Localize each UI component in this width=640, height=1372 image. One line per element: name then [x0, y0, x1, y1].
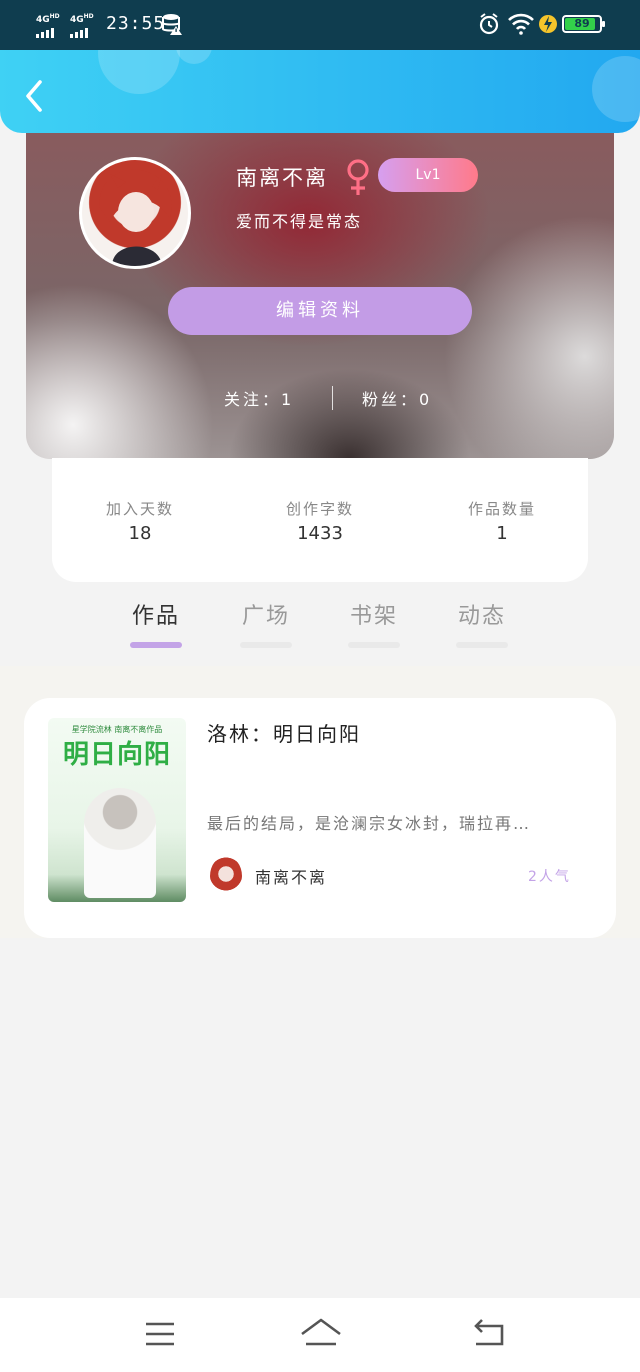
- tab-activity[interactable]: 动态: [452, 598, 512, 648]
- works-list: 星学院流林 南离不离作品 明日向阳 洛林：明日向阳 最后的结局，是沧澜宗女冰封，…: [0, 666, 640, 938]
- tab-indicator: [456, 642, 508, 648]
- work-title[interactable]: 洛林：明日向阳: [207, 718, 361, 747]
- sim1-signal-icon: 4GHD: [36, 12, 60, 38]
- header-bar: [0, 50, 640, 133]
- stat-join-days: 加入天数 18: [80, 498, 200, 544]
- decor-bubble: [176, 50, 212, 64]
- battery-icon: 89: [562, 15, 605, 33]
- edit-profile-button[interactable]: 编辑资料: [168, 287, 472, 335]
- username: 南离不离: [236, 166, 328, 190]
- profile-tabs: 作品 广场 书架 动态: [0, 598, 640, 658]
- author-avatar: [210, 856, 242, 896]
- home-icon[interactable]: [298, 1316, 344, 1352]
- follow-stats: 关注：1 粉丝：0: [26, 386, 614, 410]
- system-nav-bar: [0, 1298, 640, 1372]
- avatar[interactable]: [79, 157, 191, 269]
- fans-count[interactable]: 粉丝：0: [362, 386, 432, 410]
- alarm-icon: [479, 13, 499, 35]
- tab-indicator: [130, 642, 182, 648]
- stat-word-count: 创作字数 1433: [260, 498, 380, 544]
- following-count[interactable]: 关注：1: [224, 386, 294, 410]
- stat-label: 作品数量: [467, 500, 536, 518]
- level-badge: Lv1: [378, 158, 478, 192]
- charging-icon: [539, 15, 557, 33]
- tab-label: 作品: [131, 604, 180, 629]
- stat-works-count: 作品数量 1: [442, 498, 562, 544]
- tab-bookshelf[interactable]: 书架: [344, 598, 404, 648]
- cover-title: 明日向阳: [62, 740, 171, 770]
- back-icon[interactable]: [468, 1316, 508, 1352]
- stat-label: 创作字数: [285, 500, 354, 518]
- popularity-count: 2人气: [528, 869, 571, 885]
- wifi-icon: [508, 13, 534, 35]
- data-saver-icon: [162, 14, 182, 35]
- avatar-illustration: [99, 169, 172, 266]
- profile-motto: 爱而不得是常态: [236, 212, 363, 231]
- tab-square[interactable]: 广场: [236, 598, 296, 648]
- sim2-signal-icon: 4GHD: [70, 12, 94, 38]
- divider: [332, 386, 333, 410]
- author-name: 南离不离: [255, 868, 328, 887]
- status-time: 23:55: [106, 13, 166, 34]
- decor-bubble: [592, 56, 640, 122]
- profile-card: 南离不离 Lv1 爱而不得是常态 编辑资料 关注：1 粉丝：0: [26, 118, 614, 459]
- cover-illustration: [84, 788, 156, 898]
- female-icon: [347, 159, 369, 195]
- status-bar: 4GHD 4GHD 23:55 89: [0, 0, 640, 50]
- book-cover[interactable]: 星学院流林 南离不离作品 明日向阳: [48, 718, 186, 902]
- work-card[interactable]: 星学院流林 南离不离作品 明日向阳 洛林：明日向阳 最后的结局，是沧澜宗女冰封，…: [24, 698, 616, 938]
- stat-value: 18: [128, 523, 152, 544]
- tab-indicator: [240, 642, 292, 648]
- tab-works[interactable]: 作品: [126, 598, 186, 648]
- stat-value: 1433: [297, 523, 343, 544]
- tab-label: 动态: [457, 604, 506, 629]
- tab-label: 书架: [349, 604, 398, 629]
- tab-label: 广场: [241, 604, 290, 629]
- chevron-left-icon[interactable]: [20, 78, 50, 114]
- tab-indicator: [348, 642, 400, 648]
- profile-page: 4GHD 4GHD 23:55 89 南离不离 Lv1 爱而不得是常态 编辑资料…: [0, 0, 640, 1372]
- stat-value: 1: [496, 523, 508, 544]
- decor-bubble: [98, 50, 180, 94]
- menu-icon[interactable]: [140, 1316, 180, 1352]
- stats-card: 加入天数 18 创作字数 1433 作品数量 1: [52, 458, 588, 582]
- work-description: 最后的结局，是沧澜宗女冰封，瑞拉再…: [207, 814, 532, 833]
- stat-label: 加入天数: [105, 500, 174, 518]
